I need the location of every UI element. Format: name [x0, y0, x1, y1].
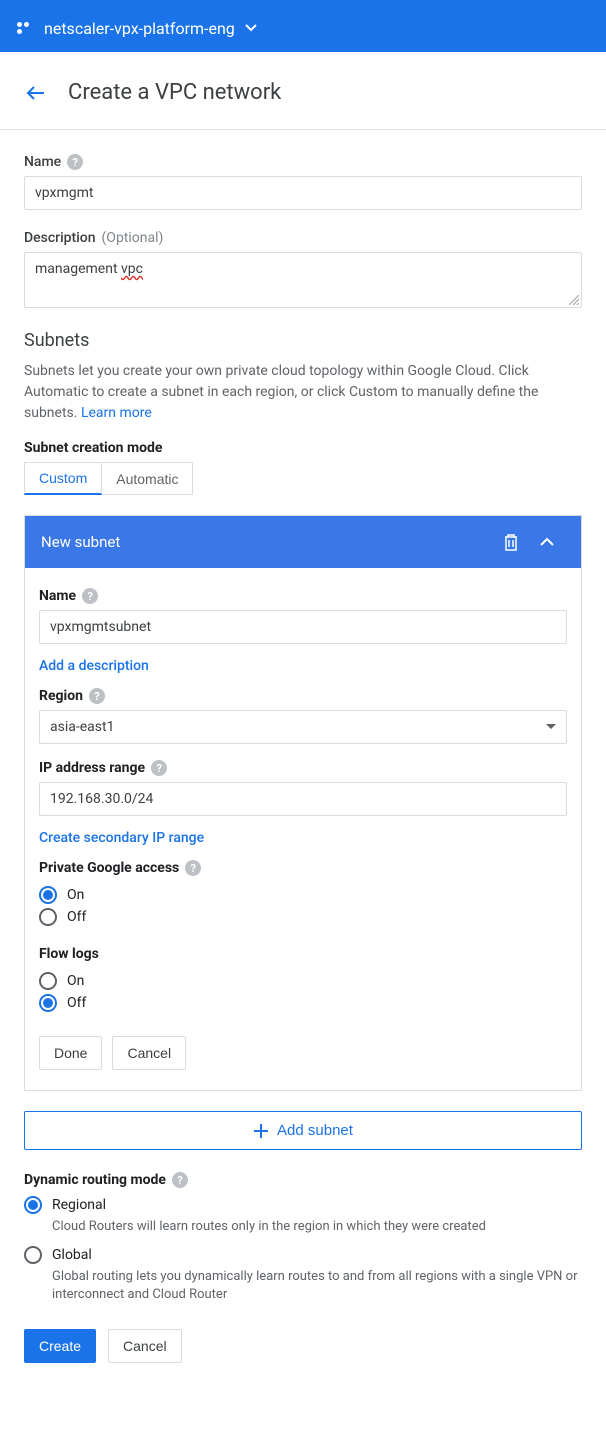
radio-label: On: [67, 973, 84, 989]
subnets-title: Subnets: [24, 330, 582, 351]
help-icon[interactable]: ?: [151, 760, 167, 776]
project-selector[interactable]: netscaler-vpx-platform-eng: [44, 19, 235, 38]
subnet-mode-label: Subnet creation mode: [24, 440, 582, 456]
help-icon[interactable]: ?: [82, 588, 98, 604]
product-icon: [16, 19, 34, 37]
create-button[interactable]: Create: [24, 1329, 96, 1363]
pga-on-radio[interactable]: On: [39, 886, 567, 904]
delete-subnet-button[interactable]: [493, 533, 529, 551]
cancel-button[interactable]: Cancel: [108, 1329, 182, 1363]
radio-label: Off: [67, 909, 86, 925]
add-subnet-label: Add subnet: [277, 1122, 353, 1139]
add-subnet-button[interactable]: Add subnet: [24, 1111, 582, 1150]
routing-regional-desc: Cloud Routers will learn routes only in …: [52, 1218, 582, 1236]
description-label: Description: [24, 230, 96, 246]
trash-icon: [503, 533, 519, 551]
chevron-up-icon: [539, 537, 555, 547]
routing-mode-label: Dynamic routing mode: [24, 1172, 166, 1188]
description-text: management: [35, 261, 121, 277]
subnet-name-input[interactable]: [39, 610, 567, 644]
flow-on-radio[interactable]: On: [39, 972, 567, 990]
learn-more-link[interactable]: Learn more: [81, 405, 152, 421]
region-label: Region: [39, 688, 83, 704]
flow-logs-label: Flow logs: [39, 946, 99, 962]
name-label: Name: [24, 154, 61, 170]
radio-label: Off: [67, 995, 86, 1011]
pga-label: Private Google access: [39, 860, 179, 876]
mode-custom-button[interactable]: Custom: [24, 462, 102, 495]
ip-range-input[interactable]: [39, 782, 567, 816]
subnet-mode-toggle: Custom Automatic: [24, 462, 582, 495]
subnet-done-button[interactable]: Done: [39, 1036, 102, 1070]
add-description-link[interactable]: Add a description: [39, 658, 149, 674]
name-input[interactable]: [24, 176, 582, 210]
page-header: Create a VPC network: [0, 52, 606, 130]
radio-icon: [39, 972, 57, 990]
radio-icon: [39, 908, 57, 926]
region-select[interactable]: [39, 710, 567, 744]
description-text-err: vpc: [121, 261, 143, 277]
radio-selected-icon: [39, 886, 57, 904]
resize-handle-icon[interactable]: [569, 295, 579, 305]
description-input[interactable]: management vpc: [24, 252, 582, 308]
radio-icon: [24, 1246, 42, 1264]
routing-global-radio[interactable]: Global: [24, 1246, 582, 1264]
secondary-ip-link[interactable]: Create secondary IP range: [39, 830, 204, 846]
radio-label: Global: [52, 1247, 92, 1263]
subnet-card: New subnet Name ? Add a description Regi…: [24, 515, 582, 1091]
ip-range-label: IP address range: [39, 760, 145, 776]
plus-icon: [253, 1123, 269, 1139]
routing-global-desc: Global routing lets you dynamically lear…: [52, 1268, 582, 1304]
subnet-name-label: Name: [39, 588, 76, 604]
help-icon[interactable]: ?: [67, 154, 83, 170]
flow-off-radio[interactable]: Off: [39, 994, 567, 1012]
back-arrow-icon[interactable]: [24, 81, 48, 105]
top-bar: netscaler-vpx-platform-eng: [0, 0, 606, 52]
pga-off-radio[interactable]: Off: [39, 908, 567, 926]
help-icon[interactable]: ?: [185, 860, 201, 876]
mode-automatic-button[interactable]: Automatic: [102, 462, 193, 495]
page-title: Create a VPC network: [68, 80, 281, 105]
radio-selected-icon: [24, 1196, 42, 1214]
help-icon[interactable]: ?: [172, 1172, 188, 1188]
collapse-subnet-button[interactable]: [529, 537, 565, 547]
subnet-cancel-button[interactable]: Cancel: [112, 1036, 186, 1070]
chevron-down-icon[interactable]: [245, 24, 257, 32]
subnets-help: Subnets let you create your own private …: [24, 361, 582, 424]
radio-label: Regional: [52, 1197, 106, 1213]
routing-regional-radio[interactable]: Regional: [24, 1196, 582, 1214]
subnet-card-header: New subnet: [25, 516, 581, 568]
optional-label: (Optional): [102, 230, 164, 246]
radio-label: On: [67, 887, 84, 903]
subnet-header-title: New subnet: [41, 533, 120, 551]
radio-selected-icon: [39, 994, 57, 1012]
help-icon[interactable]: ?: [89, 688, 105, 704]
